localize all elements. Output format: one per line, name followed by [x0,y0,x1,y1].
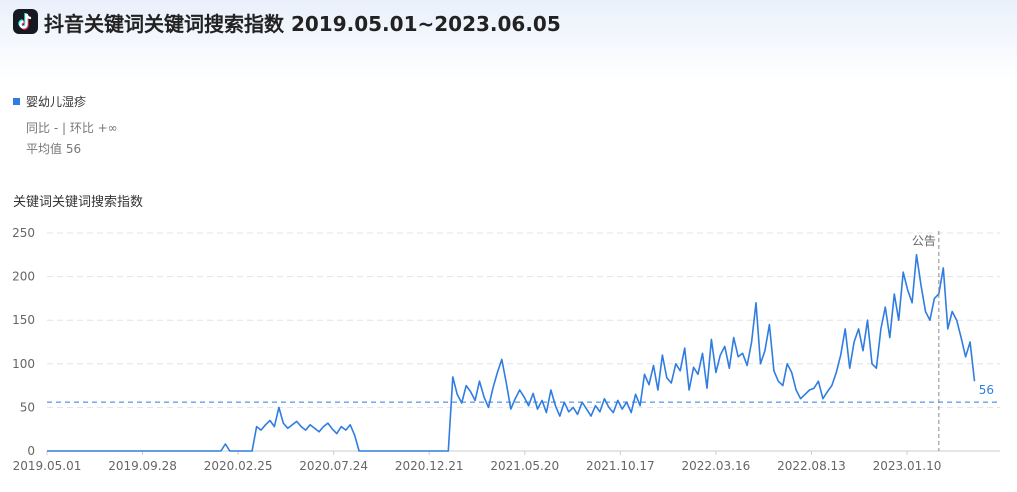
x-tick-label: 2021.10.17 [586,459,655,473]
x-tick-label: 2020.02.25 [204,459,273,473]
line-chart[interactable]: 0 50 100 150 200 250 2019.05.01 2019.09.28 2020.… [0,0,1017,492]
y-tick-label: 100 [12,357,35,371]
annotation-label: 公告 [912,234,936,248]
x-tick-label: 2020.07.24 [299,459,368,473]
y-tick-label: 150 [12,313,35,327]
y-tick-label: 250 [12,226,35,240]
y-tick-label: 200 [12,270,35,284]
x-tick-label: 2020.12.21 [395,459,464,473]
x-tick-label: 2021.05.20 [490,459,559,473]
x-tick-label: 2019.09.28 [108,459,177,473]
average-label: 56 [979,383,994,397]
series-line [47,254,976,452]
x-tick-label: 2019.05.01 [13,459,82,473]
y-tick-label: 0 [27,444,35,458]
x-tick-label: 2023.01.10 [873,459,942,473]
y-tick-label: 50 [20,400,35,414]
x-tick-label: 2022.03.16 [682,459,751,473]
x-tick-label: 2022.08.13 [777,459,846,473]
